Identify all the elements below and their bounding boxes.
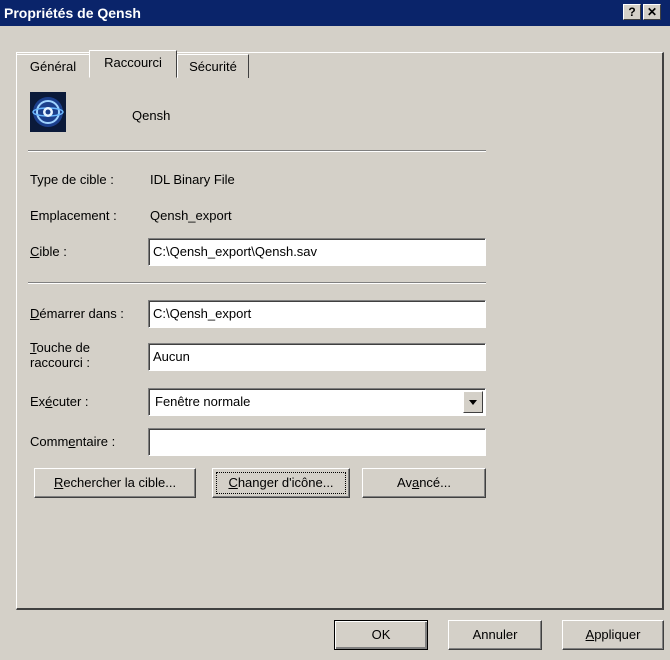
separator-top	[28, 150, 486, 152]
run-dropdown-value: Fenêtre normale	[155, 394, 251, 409]
separator-middle	[28, 282, 486, 284]
tab-shortcut-label: Raccourci	[104, 55, 162, 70]
tab-shortcut[interactable]: Raccourci	[89, 50, 177, 78]
apply-button[interactable]: Appliquer	[562, 620, 664, 650]
target-type-label: Type de cible :	[30, 172, 114, 187]
run-dropdown[interactable]: Fenêtre normale	[148, 388, 486, 416]
help-button[interactable]: ?	[623, 4, 641, 20]
ok-button[interactable]: OK	[334, 620, 428, 650]
comment-label: Commentaire :	[30, 434, 116, 449]
target-type-value: IDL Binary File	[150, 172, 235, 187]
run-label: Exécuter :	[30, 394, 89, 409]
title-bar: Propriétés de Qensh ? ✕	[0, 0, 670, 26]
start-in-field[interactable]: C:\Qensh_export	[148, 300, 486, 328]
shortcut-panel	[16, 52, 664, 610]
close-button[interactable]: ✕	[643, 4, 661, 20]
idl-program-icon	[30, 92, 66, 132]
hotkey-field[interactable]: Aucun	[148, 343, 486, 371]
location-label: Emplacement :	[30, 208, 117, 223]
target-field[interactable]: C:\Qensh_export\Qensh.sav	[148, 238, 486, 266]
find-target-button[interactable]: Rechercher la cible...	[34, 468, 196, 498]
change-icon-button[interactable]: Changer d'icône...	[212, 468, 350, 498]
shortcut-name: Qensh	[132, 108, 171, 123]
window-title: Propriétés de Qensh	[4, 5, 141, 21]
advanced-button[interactable]: Avancé...	[362, 468, 486, 498]
cancel-button[interactable]: Annuler	[448, 620, 542, 650]
target-label: Cible :	[30, 244, 67, 259]
comment-field[interactable]	[148, 428, 486, 456]
start-in-label: Démarrer dans :	[30, 306, 124, 321]
location-value: Qensh_export	[150, 208, 232, 223]
hotkey-label: Touche de raccourci :	[30, 340, 90, 370]
chevron-down-icon[interactable]	[463, 391, 483, 413]
